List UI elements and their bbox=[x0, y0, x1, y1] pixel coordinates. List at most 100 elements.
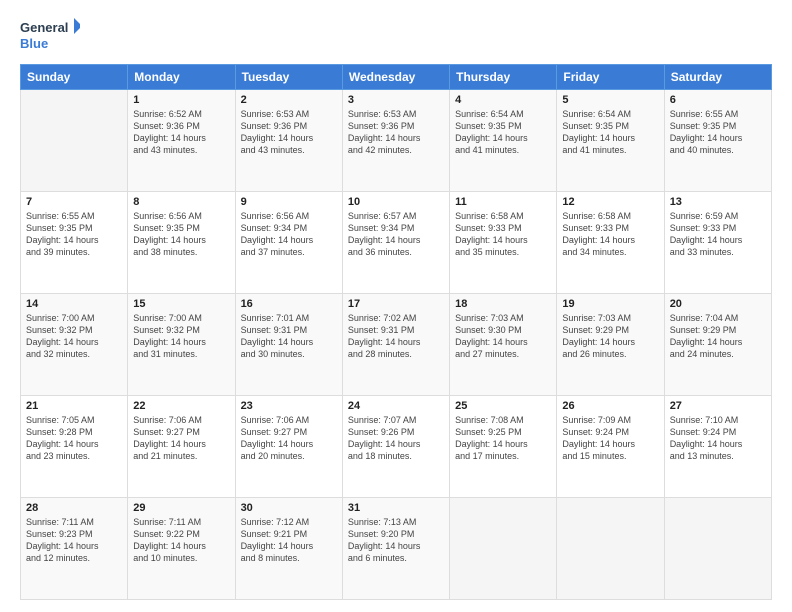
weekday-header-sunday: Sunday bbox=[21, 65, 128, 90]
general-blue-logo: General Blue bbox=[20, 16, 80, 54]
day-number: 24 bbox=[348, 400, 444, 412]
day-number: 4 bbox=[455, 94, 551, 106]
week-row-3: 14 Sunrise: 7:00 AM Sunset: 9:32 PM Dayli… bbox=[21, 294, 772, 396]
day-info: Sunrise: 7:06 AM Sunset: 9:27 PM Dayligh… bbox=[241, 414, 337, 463]
week-row-5: 28 Sunrise: 7:11 AM Sunset: 9:23 PM Dayli… bbox=[21, 498, 772, 600]
calendar-cell: 22Sunrise: 7:06 AM Sunset: 9:27 PM Dayli… bbox=[128, 396, 235, 498]
calendar-cell bbox=[557, 498, 664, 600]
day-number: 23 bbox=[241, 400, 337, 412]
day-number: 12 bbox=[562, 196, 658, 208]
calendar-cell: 25Sunrise: 7:08 AM Sunset: 9:25 PM Dayli… bbox=[450, 396, 557, 498]
day-info: Sunrise: 6:55 AM Sunset: 9:35 PM Dayligh… bbox=[26, 210, 122, 259]
day-number: 30 bbox=[241, 502, 337, 514]
calendar-cell: 9 Sunrise: 6:56 AM Sunset: 9:34 PM Daylig… bbox=[235, 192, 342, 294]
day-number: 5 bbox=[562, 94, 658, 106]
calendar-cell: 18 Sunrise: 7:03 AM Sunset: 9:30 PM Dayli… bbox=[450, 294, 557, 396]
calendar-cell: 1Sunrise: 6:52 AM Sunset: 9:36 PM Daylig… bbox=[128, 90, 235, 192]
calendar-cell: 12 Sunrise: 6:58 AM Sunset: 9:33 PM Dayli… bbox=[557, 192, 664, 294]
svg-text:General: General bbox=[20, 20, 68, 35]
day-number: 14 bbox=[26, 298, 122, 310]
svg-text:Blue: Blue bbox=[20, 36, 48, 51]
calendar-cell: 14Sunrise: 7:00 AM Sunset: 9:32 PM Dayli… bbox=[21, 294, 128, 396]
calendar-cell: 26 Sunrise: 7:09 AM Sunset: 9:24 PM Dayli… bbox=[557, 396, 664, 498]
calendar-cell bbox=[21, 90, 128, 192]
calendar-cell: 13 Sunrise: 6:59 AM Sunset: 9:33 PM Dayli… bbox=[664, 192, 771, 294]
day-info: Sunrise: 6:56 AM Sunset: 9:34 PM Dayligh… bbox=[241, 210, 337, 259]
calendar-cell: 17 Sunrise: 7:02 AM Sunset: 9:31 PM Dayli… bbox=[342, 294, 449, 396]
day-number: 1 bbox=[133, 94, 229, 106]
day-info: Sunrise: 6:54 AM Sunset: 9:35 PM Dayligh… bbox=[562, 108, 658, 157]
day-info: Sunrise: 7:08 AM Sunset: 9:25 PM Dayligh… bbox=[455, 414, 551, 463]
day-number: 2 bbox=[241, 94, 337, 106]
logo: General Blue bbox=[20, 16, 80, 54]
day-number: 10 bbox=[348, 196, 444, 208]
day-number: 6 bbox=[670, 94, 766, 106]
calendar-cell: 29Sunrise: 7:11 AM Sunset: 9:22 PM Dayli… bbox=[128, 498, 235, 600]
calendar-cell bbox=[664, 498, 771, 600]
day-number: 21 bbox=[26, 400, 122, 412]
weekday-header-friday: Friday bbox=[557, 65, 664, 90]
day-number: 27 bbox=[670, 400, 766, 412]
day-info: Sunrise: 7:12 AM Sunset: 9:21 PM Dayligh… bbox=[241, 516, 337, 565]
day-number: 22 bbox=[133, 400, 229, 412]
calendar-cell: 19Sunrise: 7:03 AM Sunset: 9:29 PM Dayli… bbox=[557, 294, 664, 396]
week-row-2: 7 Sunrise: 6:55 AM Sunset: 9:35 PM Daylig… bbox=[21, 192, 772, 294]
calendar-cell: 4 Sunrise: 6:54 AM Sunset: 9:35 PM Daylig… bbox=[450, 90, 557, 192]
calendar-cell: 23 Sunrise: 7:06 AM Sunset: 9:27 PM Dayli… bbox=[235, 396, 342, 498]
day-info: Sunrise: 7:07 AM Sunset: 9:26 PM Dayligh… bbox=[348, 414, 444, 463]
calendar-cell: 24 Sunrise: 7:07 AM Sunset: 9:26 PM Dayli… bbox=[342, 396, 449, 498]
day-info: Sunrise: 6:53 AM Sunset: 9:36 PM Dayligh… bbox=[348, 108, 444, 157]
calendar-cell: 7 Sunrise: 6:55 AM Sunset: 9:35 PM Daylig… bbox=[21, 192, 128, 294]
day-number: 16 bbox=[241, 298, 337, 310]
calendar-cell: 15 Sunrise: 7:00 AM Sunset: 9:32 PM Dayli… bbox=[128, 294, 235, 396]
calendar-cell: 16 Sunrise: 7:01 AM Sunset: 9:31 PM Dayli… bbox=[235, 294, 342, 396]
calendar-cell: 8Sunrise: 6:56 AM Sunset: 9:35 PM Daylig… bbox=[128, 192, 235, 294]
day-number: 11 bbox=[455, 196, 551, 208]
day-info: Sunrise: 7:10 AM Sunset: 9:24 PM Dayligh… bbox=[670, 414, 766, 463]
calendar-cell: 28 Sunrise: 7:11 AM Sunset: 9:23 PM Dayli… bbox=[21, 498, 128, 600]
day-number: 18 bbox=[455, 298, 551, 310]
weekday-header-saturday: Saturday bbox=[664, 65, 771, 90]
week-row-4: 21 Sunrise: 7:05 AM Sunset: 9:28 PM Dayli… bbox=[21, 396, 772, 498]
calendar-cell: 31Sunrise: 7:13 AM Sunset: 9:20 PM Dayli… bbox=[342, 498, 449, 600]
day-number: 26 bbox=[562, 400, 658, 412]
day-info: Sunrise: 7:05 AM Sunset: 9:28 PM Dayligh… bbox=[26, 414, 122, 463]
calendar-cell: 30 Sunrise: 7:12 AM Sunset: 9:21 PM Dayli… bbox=[235, 498, 342, 600]
day-info: Sunrise: 7:01 AM Sunset: 9:31 PM Dayligh… bbox=[241, 312, 337, 361]
calendar-cell bbox=[450, 498, 557, 600]
weekday-header-row: SundayMondayTuesdayWednesdayThursdayFrid… bbox=[21, 65, 772, 90]
day-number: 8 bbox=[133, 196, 229, 208]
day-info: Sunrise: 6:54 AM Sunset: 9:35 PM Dayligh… bbox=[455, 108, 551, 157]
weekday-header-monday: Monday bbox=[128, 65, 235, 90]
weekday-header-tuesday: Tuesday bbox=[235, 65, 342, 90]
day-number: 17 bbox=[348, 298, 444, 310]
week-row-1: 1Sunrise: 6:52 AM Sunset: 9:36 PM Daylig… bbox=[21, 90, 772, 192]
day-info: Sunrise: 6:57 AM Sunset: 9:34 PM Dayligh… bbox=[348, 210, 444, 259]
weekday-header-thursday: Thursday bbox=[450, 65, 557, 90]
day-info: Sunrise: 7:00 AM Sunset: 9:32 PM Dayligh… bbox=[133, 312, 229, 361]
day-info: Sunrise: 7:03 AM Sunset: 9:30 PM Dayligh… bbox=[455, 312, 551, 361]
calendar-cell: 3 Sunrise: 6:53 AM Sunset: 9:36 PM Daylig… bbox=[342, 90, 449, 192]
weekday-header-wednesday: Wednesday bbox=[342, 65, 449, 90]
day-number: 20 bbox=[670, 298, 766, 310]
day-number: 28 bbox=[26, 502, 122, 514]
calendar: SundayMondayTuesdayWednesdayThursdayFrid… bbox=[20, 64, 772, 600]
day-number: 29 bbox=[133, 502, 229, 514]
day-number: 13 bbox=[670, 196, 766, 208]
day-info: Sunrise: 7:11 AM Sunset: 9:23 PM Dayligh… bbox=[26, 516, 122, 565]
day-number: 31 bbox=[348, 502, 444, 514]
day-info: Sunrise: 7:09 AM Sunset: 9:24 PM Dayligh… bbox=[562, 414, 658, 463]
day-number: 3 bbox=[348, 94, 444, 106]
calendar-table: SundayMondayTuesdayWednesdayThursdayFrid… bbox=[20, 64, 772, 600]
day-info: Sunrise: 7:02 AM Sunset: 9:31 PM Dayligh… bbox=[348, 312, 444, 361]
day-number: 7 bbox=[26, 196, 122, 208]
day-info: Sunrise: 6:55 AM Sunset: 9:35 PM Dayligh… bbox=[670, 108, 766, 157]
day-number: 15 bbox=[133, 298, 229, 310]
calendar-cell: 20Sunrise: 7:04 AM Sunset: 9:29 PM Dayli… bbox=[664, 294, 771, 396]
day-info: Sunrise: 6:59 AM Sunset: 9:33 PM Dayligh… bbox=[670, 210, 766, 259]
day-info: Sunrise: 6:53 AM Sunset: 9:36 PM Dayligh… bbox=[241, 108, 337, 157]
day-info: Sunrise: 7:03 AM Sunset: 9:29 PM Dayligh… bbox=[562, 312, 658, 361]
day-number: 9 bbox=[241, 196, 337, 208]
calendar-cell: 27 Sunrise: 7:10 AM Sunset: 9:24 PM Dayli… bbox=[664, 396, 771, 498]
day-info: Sunrise: 6:58 AM Sunset: 9:33 PM Dayligh… bbox=[562, 210, 658, 259]
